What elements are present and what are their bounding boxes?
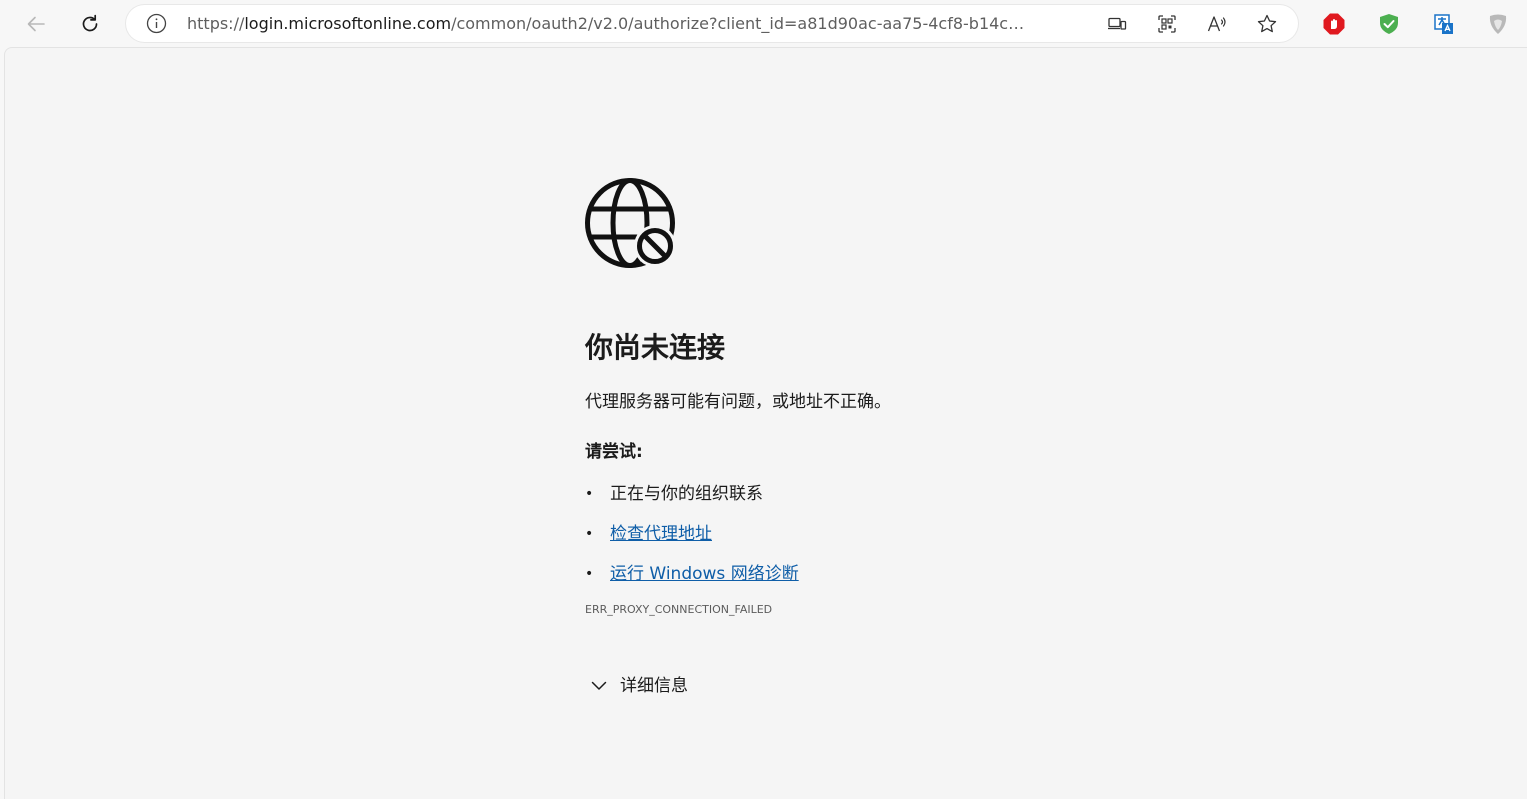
info-icon[interactable] (146, 13, 167, 34)
bullet: • (585, 566, 594, 582)
suggestion-network-diagnostics: • 运行 Windows 网络诊断 (585, 563, 1285, 585)
browser-toolbar: https://login.microsoftonline.com/common… (0, 0, 1527, 47)
url-path: /common/oauth2/v2.0/authorize?client_id=… (451, 14, 1027, 33)
error-code: ERR_PROXY_CONNECTION_FAILED (585, 603, 773, 616)
error-description: 代理服务器可能有问题，或地址不正确。 (585, 392, 891, 412)
refresh-icon (82, 14, 98, 32)
adblock-extension[interactable] (1322, 12, 1346, 36)
bullet: • (585, 526, 594, 542)
app-available-button[interactable] (1106, 13, 1128, 35)
suggestion-list: • 正在与你的组织联系 • 检查代理地址 • 运行 Windows 网络诊断 (585, 483, 1285, 585)
adblock-icon (1323, 13, 1345, 35)
suggestion-contact-org: • 正在与你的组织联系 (585, 483, 1285, 505)
profile-ext-icon (1489, 14, 1507, 34)
translate-extension[interactable] (1432, 12, 1456, 36)
profile-extension[interactable] (1486, 12, 1510, 36)
read-aloud-button[interactable] (1206, 13, 1228, 35)
check-proxy-link[interactable]: 检查代理地址 (610, 524, 712, 544)
back-arrow-icon (27, 16, 45, 32)
address-bar[interactable]: https://login.microsoftonline.com/common… (126, 5, 1298, 42)
qr-code-button[interactable] (1156, 13, 1178, 35)
shield-check-icon (1380, 14, 1398, 34)
globe-blocked-icon (585, 178, 675, 268)
read-aloud-icon (1207, 16, 1226, 32)
translate-icon (1434, 14, 1453, 34)
chevron-down-icon (591, 681, 607, 690)
star-icon (1257, 14, 1277, 33)
shield-extension[interactable] (1377, 12, 1401, 36)
try-label: 请尝试: (585, 442, 643, 462)
details-toggle[interactable]: 详细信息 (585, 675, 1285, 697)
suggestion-check-proxy: • 检查代理地址 (585, 523, 1285, 545)
details-label: 详细信息 (620, 676, 688, 696)
refresh-button[interactable] (74, 8, 106, 40)
network-diagnostics-link[interactable]: 运行 Windows 网络诊断 (610, 564, 799, 584)
bullet: • (585, 486, 594, 502)
error-title: 你尚未连接 (585, 331, 726, 364)
back-button[interactable] (20, 8, 52, 40)
error-container: 你尚未连接 代理服务器可能有问题，或地址不正确。 请尝试: • 正在与你的组织联… (585, 178, 1285, 697)
url-host: login.microsoftonline.com (244, 14, 452, 33)
url-text[interactable]: https://login.microsoftonline.com/common… (187, 14, 1027, 33)
app-available-icon (1108, 17, 1127, 30)
url-prefix: https:// (187, 14, 245, 33)
suggestion-text: 正在与你的组织联系 (610, 484, 763, 504)
favorite-button[interactable] (1256, 13, 1278, 35)
qr-code-icon (1158, 15, 1176, 33)
